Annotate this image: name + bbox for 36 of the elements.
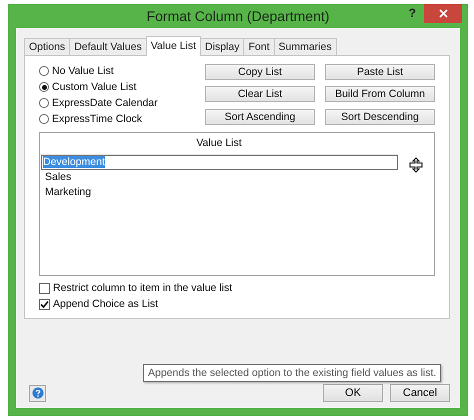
tab[interactable]: Font (243, 38, 274, 55)
tab[interactable]: Display (200, 38, 244, 55)
checkbox[interactable] (39, 298, 50, 310)
radio-button[interactable] (39, 98, 49, 108)
checkbox-label[interactable]: Restrict column to item in the value list (53, 282, 232, 294)
dialog-button[interactable]: OK (323, 384, 383, 402)
radio-button[interactable] (39, 114, 49, 124)
tab[interactable]: Summaries (274, 38, 337, 55)
list-button[interactable]: Sort Ascending (205, 108, 315, 125)
tab[interactable]: Options (24, 38, 70, 55)
radio-label[interactable]: Custom Value List (52, 81, 136, 93)
list-button[interactable]: Paste List (325, 64, 435, 80)
close-button[interactable] (424, 4, 462, 23)
radio-button[interactable] (39, 82, 49, 92)
help-button[interactable] (29, 384, 46, 402)
list-button[interactable]: Clear List (205, 86, 315, 102)
radio-label[interactable]: No Value List (52, 65, 114, 77)
dialog-button[interactable]: Cancel (390, 384, 450, 402)
list-button[interactable]: Build From Column (325, 86, 435, 102)
radio-button[interactable] (39, 66, 49, 76)
close-icon (438, 9, 448, 18)
checkbox-label[interactable]: Append Choice as List (53, 298, 158, 310)
radio-label[interactable]: ExpressDate Calendar (52, 97, 158, 109)
help-icon (32, 387, 44, 399)
move-handle-icon[interactable] (408, 157, 424, 173)
list-button[interactable]: Copy List (205, 64, 315, 80)
window-title: Format Column (Department) (146, 8, 330, 24)
list-item[interactable]: Sales (41, 170, 398, 185)
help-button[interactable]: ? (408, 6, 416, 20)
checkbox[interactable] (39, 282, 50, 294)
radio-label[interactable]: ExpressTime Clock (52, 113, 142, 125)
list-button[interactable]: Sort Descending (325, 108, 435, 125)
tab[interactable]: Value List (146, 36, 202, 56)
tooltip: Appends the selected option to the existing field values as list. (143, 364, 442, 382)
list-item[interactable]: Marketing (41, 185, 398, 200)
tab[interactable]: Default Values (69, 38, 147, 55)
